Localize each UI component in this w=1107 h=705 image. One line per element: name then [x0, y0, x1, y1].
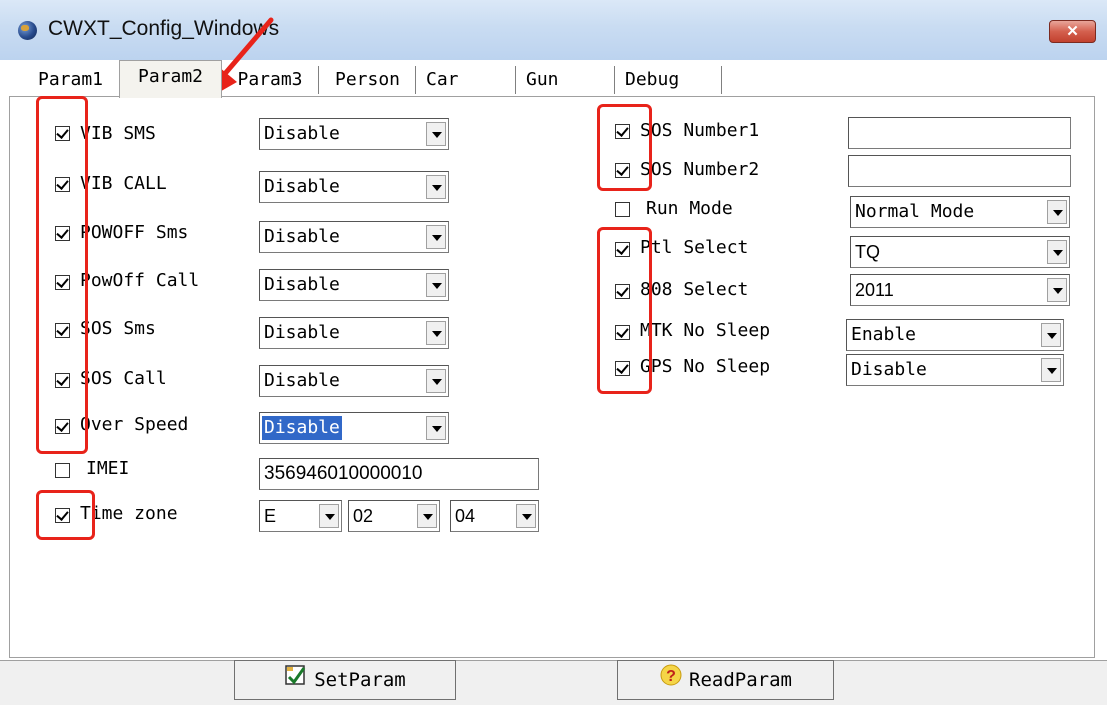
close-button[interactable]: ✕ [1049, 20, 1096, 43]
tab-person[interactable]: Person [320, 66, 416, 94]
chevron-down-icon[interactable] [319, 504, 339, 528]
sos-number1-input[interactable] [848, 117, 1071, 149]
vib-call-select[interactable]: Disable [259, 171, 449, 203]
ptl-select-label: Ptl Select [640, 237, 749, 258]
chevron-down-icon[interactable] [1047, 278, 1067, 302]
tab-debug[interactable]: Debug [615, 66, 722, 94]
gps-no-sleep-checkbox[interactable] [615, 361, 630, 376]
ptl-select-checkbox[interactable] [615, 242, 630, 257]
over-speed-value: Disable [262, 416, 342, 440]
powoff-sms-label: POWOFF Sms [80, 222, 189, 243]
title-bar: CWXT_Config_Windows ✕ [0, 0, 1107, 61]
vib-sms-label: VIB SMS [80, 123, 156, 144]
set-param-icon [284, 662, 308, 700]
select-808-label: 808 Select [640, 279, 749, 300]
over-speed-select[interactable]: Disable [259, 412, 449, 444]
ptl-select[interactable]: TQ [850, 236, 1070, 268]
set-param-button[interactable]: SetParam [234, 660, 456, 700]
button-bar [0, 660, 1107, 705]
read-param-button[interactable]: ? ReadParam [617, 660, 834, 700]
sos-call-value: Disable [264, 370, 340, 391]
gps-no-sleep-select[interactable]: Disable [846, 354, 1064, 386]
chevron-down-icon[interactable] [426, 175, 446, 199]
time-zone-minutes-value: 04 [455, 506, 476, 526]
sos-number1-checkbox[interactable] [615, 124, 630, 139]
tab-param1[interactable]: Param1 [22, 66, 120, 94]
select-808-checkbox[interactable] [615, 284, 630, 299]
sos-sms-value: Disable [264, 322, 340, 343]
powoff-sms-value: Disable [264, 226, 340, 247]
vib-sms-checkbox[interactable] [55, 126, 70, 141]
gps-no-sleep-value: Disable [851, 359, 927, 380]
vib-sms-select[interactable]: Disable [259, 118, 449, 150]
chevron-down-icon[interactable] [426, 369, 446, 393]
sos-sms-label: SOS Sms [80, 318, 156, 339]
chevron-down-icon[interactable] [426, 321, 446, 345]
imei-label: IMEI [86, 458, 130, 479]
time-zone-dir-value: E [264, 506, 277, 526]
powoff-call-checkbox[interactable] [55, 275, 70, 290]
chevron-down-icon[interactable] [426, 416, 446, 440]
mtk-no-sleep-checkbox[interactable] [615, 325, 630, 340]
run-mode-value: Normal Mode [855, 201, 975, 222]
powoff-call-label: PowOff Call [80, 270, 200, 291]
chevron-down-icon[interactable] [516, 504, 536, 528]
run-mode-label: Run Mode [646, 198, 733, 219]
chevron-down-icon[interactable] [1047, 200, 1067, 224]
powoff-sms-select[interactable]: Disable [259, 221, 449, 253]
config-window: CWXT_Config_Windows ✕ Param1 Param2 Para… [0, 0, 1107, 705]
run-mode-select[interactable]: Normal Mode [850, 196, 1070, 228]
chevron-down-icon[interactable] [1041, 358, 1061, 382]
ptl-select-value: TQ [855, 242, 880, 262]
tab-car[interactable]: Car [416, 66, 516, 94]
sos-sms-checkbox[interactable] [55, 323, 70, 338]
help-question-icon: ? [659, 662, 683, 700]
mtk-no-sleep-label: MTK No Sleep [640, 320, 771, 341]
chevron-down-icon[interactable] [426, 273, 446, 297]
mtk-no-sleep-value: Enable [851, 324, 917, 345]
chevron-down-icon[interactable] [1041, 323, 1061, 347]
over-speed-checkbox[interactable] [55, 419, 70, 434]
select-808-value: 2011 [855, 280, 894, 300]
sos-number2-label: SOS Number2 [640, 159, 760, 180]
mtk-no-sleep-select[interactable]: Enable [846, 319, 1064, 351]
run-mode-checkbox[interactable] [615, 202, 630, 217]
time-zone-checkbox[interactable] [55, 508, 70, 523]
vib-call-label: VIB CALL [80, 173, 167, 194]
sos-number2-input[interactable] [848, 155, 1071, 187]
sos-sms-select[interactable]: Disable [259, 317, 449, 349]
gps-no-sleep-label: GPS No Sleep [640, 356, 771, 377]
over-speed-label: Over Speed [80, 414, 189, 435]
svg-text:?: ? [666, 668, 676, 685]
tab-gun[interactable]: Gun [516, 66, 615, 94]
sos-call-label: SOS Call [80, 368, 167, 389]
sos-call-checkbox[interactable] [55, 373, 70, 388]
chevron-down-icon[interactable] [417, 504, 437, 528]
time-zone-hours-value: 02 [353, 506, 374, 526]
time-zone-minutes-select[interactable]: 04 [450, 500, 539, 532]
imei-input[interactable]: 356946010000010 [259, 458, 539, 490]
powoff-sms-checkbox[interactable] [55, 226, 70, 241]
powoff-call-select[interactable]: Disable [259, 269, 449, 301]
time-zone-hours-select[interactable]: 02 [348, 500, 440, 532]
chevron-down-icon[interactable] [1047, 240, 1067, 264]
tab-param2[interactable]: Param2 [119, 60, 222, 98]
select-808[interactable]: 2011 [850, 274, 1070, 306]
chevron-down-icon[interactable] [426, 225, 446, 249]
sos-number1-label: SOS Number1 [640, 120, 760, 141]
globe-icon [18, 21, 37, 40]
vib-call-value: Disable [264, 176, 340, 197]
vib-call-checkbox[interactable] [55, 177, 70, 192]
read-param-label: ReadParam [689, 669, 792, 691]
time-zone-label: Time zone [80, 503, 178, 524]
set-param-label: SetParam [314, 669, 406, 691]
chevron-down-icon[interactable] [426, 122, 446, 146]
imei-value: 356946010000010 [264, 463, 423, 484]
sos-call-select[interactable]: Disable [259, 365, 449, 397]
time-zone-dir-select[interactable]: E [259, 500, 342, 532]
powoff-call-value: Disable [264, 274, 340, 295]
sos-number2-checkbox[interactable] [615, 163, 630, 178]
vib-sms-value: Disable [264, 123, 340, 144]
imei-checkbox[interactable] [55, 463, 70, 478]
